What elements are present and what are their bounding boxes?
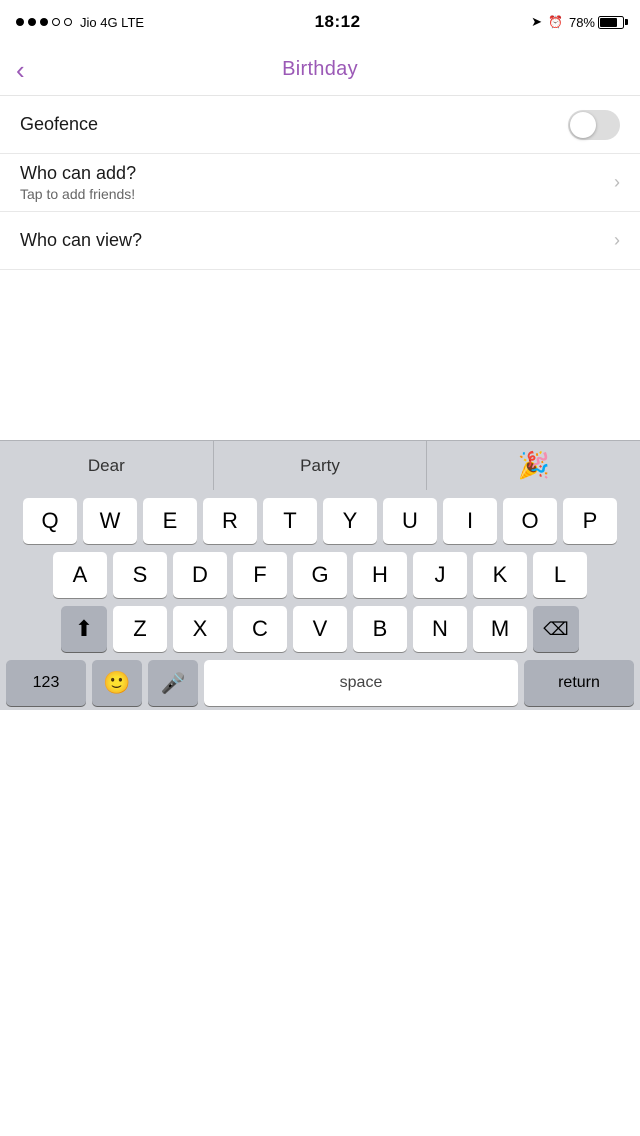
space-key[interactable]: space [204, 660, 518, 706]
key-row-1: Q W E R T Y U I O P [3, 498, 637, 544]
key-g[interactable]: G [293, 552, 347, 598]
key-e[interactable]: E [143, 498, 197, 544]
shift-key[interactable]: ⬆ [61, 606, 107, 652]
who-can-view-left: Who can view? [20, 230, 142, 251]
geofence-toggle[interactable] [568, 110, 620, 140]
battery-icon [598, 16, 624, 29]
key-z[interactable]: Z [113, 606, 167, 652]
delete-key[interactable]: ⌫ [533, 606, 579, 652]
numbers-key[interactable]: 123 [6, 660, 86, 706]
key-row-4: 123 🙂 🎤 space return [3, 660, 637, 706]
suggestion-emoji[interactable]: 🎉 [427, 441, 640, 490]
status-right: ➤ ⏰ 78% [531, 14, 624, 30]
dot-2 [28, 18, 36, 26]
key-i[interactable]: I [443, 498, 497, 544]
who-can-add-chevron: › [614, 172, 620, 193]
page-title: Birthday [282, 58, 358, 81]
key-n[interactable]: N [413, 606, 467, 652]
key-k[interactable]: K [473, 552, 527, 598]
who-can-add-left: Who can add? Tap to add friends! [20, 163, 136, 202]
geofence-title: Geofence [20, 114, 98, 135]
keyboard: Q W E R T Y U I O P A S D F G H J K L ⬆ … [0, 490, 640, 710]
nav-bar: ‹ Birthday [0, 44, 640, 96]
dot-5 [64, 18, 72, 26]
dot-1 [16, 18, 24, 26]
who-can-add-row[interactable]: Who can add? Tap to add friends! › [0, 154, 640, 212]
key-x[interactable]: X [173, 606, 227, 652]
return-key[interactable]: return [524, 660, 634, 706]
battery-fill [600, 18, 617, 27]
key-f[interactable]: F [233, 552, 287, 598]
geofence-row-left: Geofence [20, 114, 98, 135]
status-left: Jio 4G LTE [16, 15, 144, 30]
key-m[interactable]: M [473, 606, 527, 652]
key-j[interactable]: J [413, 552, 467, 598]
battery-percent: 78% [569, 15, 595, 30]
key-row-3: ⬆ Z X C V B N M ⌫ [3, 606, 637, 652]
battery-container: 78% [569, 15, 624, 30]
key-h[interactable]: H [353, 552, 407, 598]
who-can-add-subtitle: Tap to add friends! [20, 186, 136, 202]
status-bar: Jio 4G LTE 18:12 ➤ ⏰ 78% [0, 0, 640, 44]
who-can-add-title: Who can add? [20, 163, 136, 184]
suggestion-bar: Dear Party 🎉 [0, 440, 640, 490]
alarm-icon: ⏰ [548, 15, 563, 29]
back-button[interactable]: ‹ [16, 57, 25, 83]
key-d[interactable]: D [173, 552, 227, 598]
key-s[interactable]: S [113, 552, 167, 598]
dot-3 [40, 18, 48, 26]
mic-key[interactable]: 🎤 [148, 660, 198, 706]
carrier-label: Jio 4G LTE [80, 15, 144, 30]
status-time: 18:12 [315, 12, 361, 32]
key-c[interactable]: C [233, 606, 287, 652]
emoji-key[interactable]: 🙂 [92, 660, 142, 706]
key-v[interactable]: V [293, 606, 347, 652]
key-p[interactable]: P [563, 498, 617, 544]
who-can-view-title: Who can view? [20, 230, 142, 251]
key-w[interactable]: W [83, 498, 137, 544]
dot-4 [52, 18, 60, 26]
key-l[interactable]: L [533, 552, 587, 598]
key-u[interactable]: U [383, 498, 437, 544]
key-t[interactable]: T [263, 498, 317, 544]
who-can-view-chevron: › [614, 230, 620, 251]
toggle-knob [570, 112, 596, 138]
key-a[interactable]: A [53, 552, 107, 598]
key-row-2: A S D F G H J K L [3, 552, 637, 598]
key-b[interactable]: B [353, 606, 407, 652]
geofence-row[interactable]: Geofence [0, 96, 640, 154]
key-y[interactable]: Y [323, 498, 377, 544]
suggestion-dear[interactable]: Dear [0, 441, 214, 490]
key-r[interactable]: R [203, 498, 257, 544]
suggestion-party[interactable]: Party [214, 441, 428, 490]
who-can-view-row[interactable]: Who can view? › [0, 212, 640, 270]
key-q[interactable]: Q [23, 498, 77, 544]
settings-list: Geofence Who can add? Tap to add friends… [0, 96, 640, 270]
location-icon: ➤ [531, 14, 542, 30]
signal-dots [16, 18, 72, 26]
empty-area [0, 270, 640, 440]
key-o[interactable]: O [503, 498, 557, 544]
